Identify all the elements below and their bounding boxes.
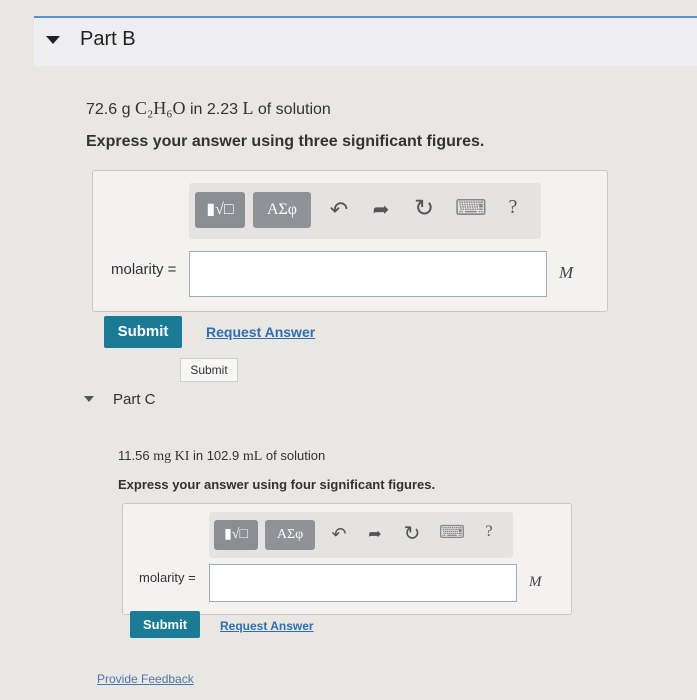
part-c-answer-box: ▮√□ ΑΣφ ↶ ➦ ↻ ⌨ ? molarity = M: [122, 503, 572, 615]
submit-tooltip: Submit: [180, 358, 238, 382]
part-c-request-answer-link[interactable]: Request Answer: [220, 619, 314, 633]
help-icon[interactable]: ?: [503, 196, 523, 219]
redo-icon[interactable]: ➦: [369, 197, 393, 222]
reset-icon[interactable]: ↻: [401, 521, 423, 546]
collapse-triangle-icon[interactable]: [46, 36, 60, 44]
undo-icon[interactable]: ↶: [327, 197, 351, 223]
provide-feedback-link[interactable]: Provide Feedback: [97, 672, 194, 686]
part-b-instruction: Express your answer using three signific…: [86, 133, 485, 150]
redo-icon[interactable]: ➦: [365, 524, 385, 544]
math-toolbar: ▮√□ ΑΣφ ↶ ➦ ↻ ⌨ ?: [189, 183, 541, 239]
part-c-instruction: Express your answer using four significa…: [118, 477, 436, 492]
part-b-request-answer-link[interactable]: Request Answer: [206, 324, 315, 340]
greek-symbols-button[interactable]: ΑΣφ: [265, 520, 315, 550]
greek-symbols-button[interactable]: ΑΣφ: [253, 192, 311, 228]
molarity-label: molarity =: [139, 570, 196, 585]
math-toolbar: ▮√□ ΑΣφ ↶ ➦ ↻ ⌨ ?: [209, 512, 513, 558]
unit-label: M: [529, 574, 542, 590]
undo-icon[interactable]: ↶: [329, 524, 349, 545]
templates-button[interactable]: ▮√□: [214, 520, 258, 550]
help-icon[interactable]: ?: [481, 523, 497, 541]
part-b-answer-box: ▮√□ ΑΣφ ↶ ➦ ↻ ⌨ ? molarity = M: [92, 170, 608, 312]
part-c-question: 11.56 mg KI in 102.9 mL of solution: [118, 448, 326, 464]
part-b-title: Part B: [80, 28, 136, 50]
reset-icon[interactable]: ↻: [411, 194, 437, 223]
part-b-answer-field[interactable]: [189, 251, 547, 297]
part-b-header[interactable]: Part B: [34, 16, 697, 66]
part-c-submit-button[interactable]: Submit: [130, 611, 200, 638]
molarity-label: molarity =: [111, 261, 177, 278]
keyboard-icon[interactable]: ⌨: [439, 522, 465, 543]
part-c-title: Part C: [113, 391, 156, 408]
unit-label: M: [559, 263, 574, 282]
part-b-submit-button[interactable]: Submit: [104, 316, 182, 348]
keyboard-icon[interactable]: ⌨: [455, 195, 487, 221]
part-c-answer-field[interactable]: [209, 564, 517, 602]
templates-button[interactable]: ▮√□: [195, 192, 245, 228]
part-b-question: 72.6 g C₂H₆O in 2.23 L of solution: [86, 98, 331, 118]
collapse-triangle-icon[interactable]: [84, 396, 94, 402]
